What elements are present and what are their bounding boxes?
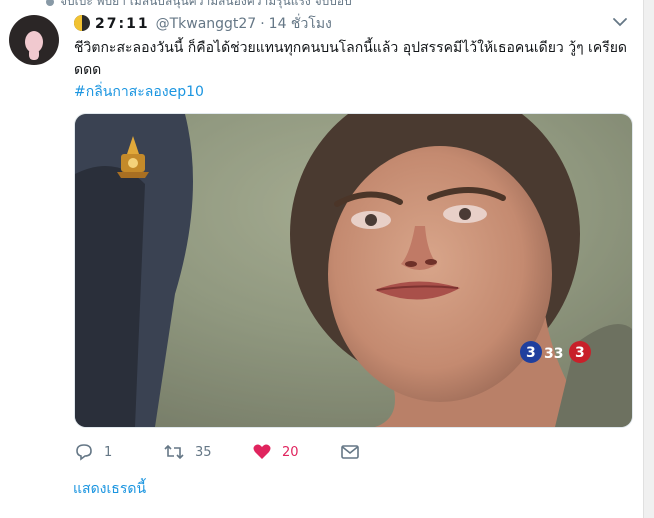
direct-message-action[interactable] [340, 442, 360, 462]
retweet-icon [164, 444, 184, 460]
envelope-icon [341, 445, 359, 459]
tweet-media-image[interactable]: 3 33 3 [74, 113, 633, 428]
svg-text:3: 3 [526, 345, 536, 361]
svg-text:3: 3 [575, 345, 585, 361]
moon-emoji-icon [74, 15, 90, 31]
retweet-count: 35 [195, 444, 212, 460]
reply-action[interactable]: 1 [74, 442, 112, 462]
user-handle[interactable]: @Tkwanggt27 [156, 16, 257, 32]
channel-logo-text: 33 [544, 346, 563, 362]
tweet-timestamp[interactable]: 14 ชั่วโมง [269, 16, 332, 32]
scrollbar[interactable] [643, 0, 654, 518]
retweet-action[interactable]: 35 [163, 442, 212, 462]
reply-icon [76, 444, 92, 461]
hashtag-link[interactable]: #กลิ่นกาสะลองep10 [74, 81, 204, 103]
show-thread-link[interactable]: แสดงเธรดนี้ [73, 478, 146, 500]
heart-icon [253, 444, 271, 459]
reply-count: 1 [104, 444, 113, 460]
avatar[interactable] [9, 15, 59, 65]
separator: · [260, 16, 265, 32]
context-line: จับเบะ พับยา เมลนบลนุนความสนองความรุนแรง… [46, 0, 352, 11]
like-action[interactable]: 20 [252, 442, 299, 462]
context-icon [46, 0, 54, 6]
like-count: 20 [282, 444, 299, 460]
tweet-text: ชีวิตกะสะลองวันนี้ ก็คือได้ช่วยแทนทุกคนบ… [74, 40, 628, 78]
tweet-card: จับเบะ พับยา เมลนบลนุนความสนองความรุนแรง… [0, 0, 643, 518]
display-name[interactable]: 27:11 [95, 16, 150, 32]
tweet-header: 27:11 @Tkwanggt27 · 14 ชั่วโมง [74, 13, 332, 35]
photo-of-crying-woman: 3 33 3 [75, 114, 632, 427]
chevron-down-icon[interactable] [612, 14, 628, 30]
